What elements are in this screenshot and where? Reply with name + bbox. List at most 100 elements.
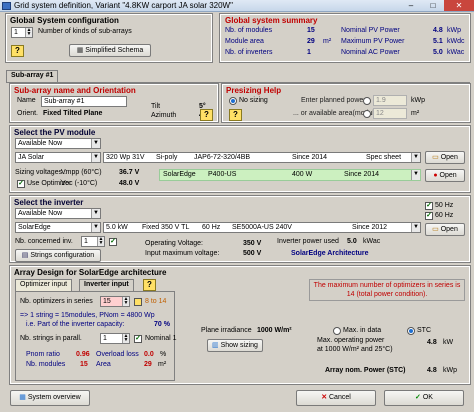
pv-filter-dropdown[interactable]: Available Now ▼ [15, 138, 101, 149]
planned-power-input[interactable]: 1.9 [373, 95, 407, 106]
subarray-orientation-panel: Sub-array name and Orientation Name Sub-… [9, 83, 219, 123]
summary-value2: 5.1 [433, 38, 443, 45]
pv-model-dropdown[interactable]: 320 Wp 31V Si-poly JAP6-72-320/4BB Since… [103, 152, 421, 163]
spinner-arrows-icon[interactable]: ▲ ▼ [25, 28, 32, 37]
max-power-value: 4.8 [427, 339, 437, 346]
tab-optimizer-input[interactable]: Optimizer input [15, 279, 73, 291]
opt-series-spinner[interactable]: 15 ▲ ▼ [100, 296, 130, 307]
summary-label2: Maximum PV Power [341, 38, 405, 45]
minimize-button[interactable]: – [400, 0, 422, 11]
summary-label: Module area [225, 38, 264, 45]
window-title: Grid system definition, Variant "4.8KW c… [14, 1, 233, 10]
inverter-model-dropdown[interactable]: 5.0 kW Fixed 350 V TL 60 Hz SE5000A-US 2… [103, 222, 421, 233]
inverter-filter-dropdown[interactable]: Available Now ▼ [15, 208, 101, 219]
sizing-voltages-label: Sizing voltages : [15, 169, 66, 176]
nominal-checkbox[interactable]: ✓ [134, 335, 142, 343]
no-sizing-radio[interactable] [229, 97, 237, 105]
inv-model: SE5000A-US 240V [232, 224, 292, 231]
available-area-radio[interactable] [363, 110, 371, 118]
summary-row: Nb. of inverters 1 Nominal AC Power 5.0 kWac [225, 49, 467, 60]
spinner-arrows-icon[interactable]: ▲ ▼ [97, 237, 104, 246]
use-optimizer-checkbox[interactable]: ✓ [17, 180, 25, 188]
summary-row: Nb. of modules 15 Nominal PV Power 4.8 kWp [225, 27, 467, 38]
summary-unit2: kWac [447, 49, 465, 56]
global-config-title: Global System configuration [10, 16, 119, 25]
pv-manufacturer-dropdown[interactable]: JA Solar ▼ [15, 152, 101, 163]
chevron-down-icon[interactable]: ▼ [411, 153, 420, 162]
optimizer-dropdown[interactable]: SolarEdge P400-US 400 W Since 2014 ▼ [159, 169, 421, 181]
global-config-panel: Global System configuration 1 ▲ ▼ Number … [5, 13, 213, 63]
summary-value: 1 [307, 49, 311, 56]
simplified-schema-button[interactable]: ▦ Simplified Schema [69, 44, 151, 57]
hz50-label: 50 Hz [435, 202, 454, 209]
ok-button[interactable]: ✓ OK [384, 390, 464, 406]
chevron-down-icon[interactable]: ▼ [91, 153, 100, 162]
no-sizing-label: No sizing [239, 97, 268, 104]
area-label: Area [96, 361, 111, 368]
summary-value2: 5.0 [433, 49, 443, 56]
pv-module-panel: Select the PV module Available Now ▼ JA S… [9, 125, 471, 193]
opt-model: P400-US [208, 171, 237, 178]
close-button[interactable]: ✕ [444, 0, 474, 11]
help-icon[interactable]: ? [11, 45, 24, 57]
solaredge-architecture-label: SolarEdge Architecture [291, 250, 369, 257]
summary-unit: m² [323, 38, 332, 45]
hz50-checkbox[interactable]: ✓ [425, 202, 433, 210]
optimizer-open-button[interactable]: ● Open [425, 169, 465, 182]
enter-power-radio[interactable] [363, 97, 371, 105]
pv-since: Since 2014 [292, 154, 328, 161]
stc-radio[interactable] [407, 327, 415, 335]
hz60-checkbox[interactable]: ✓ [425, 212, 433, 220]
check-icon: ✓ [415, 394, 423, 401]
kinds-spinner[interactable]: 1 ▲ ▼ [11, 27, 33, 38]
input-max-label: Input maximum voltage: [145, 250, 220, 257]
capacity-note: i.e. Part of the inverter capacity: [26, 321, 125, 328]
spinner-arrows-icon[interactable]: ▲ ▼ [122, 334, 129, 343]
pv-open-button[interactable]: ▭ Open [425, 151, 465, 164]
array-power-unit: kWp [443, 367, 457, 374]
chevron-down-icon[interactable]: ▼ [411, 223, 420, 232]
pnom-value: 0.96 [76, 351, 90, 358]
summary-value: 29 [307, 38, 315, 45]
summary-table: Nb. of modules 15 Nominal PV Power 4.8 kWp Mo… [225, 27, 467, 60]
opt-series-checkbox[interactable] [134, 298, 142, 306]
inv-since: Since 2012 [352, 224, 388, 231]
chevron-down-icon[interactable]: ▼ [91, 209, 100, 218]
strings-configuration-button[interactable]: ▤ Strings configuration [15, 249, 101, 262]
tilt-label: Tilt [151, 103, 161, 110]
inv-range: Fixed 350 V TL [142, 224, 190, 231]
spinner-arrows-icon[interactable]: ▲ ▼ [122, 297, 129, 306]
subarray-name-input[interactable]: Sub-array #1 [41, 96, 127, 107]
pnom-label: Pnom ratio [26, 351, 60, 358]
inverter-manufacturer-dropdown[interactable]: SolarEdge ▼ [15, 222, 101, 233]
input-max-value: 500 V [243, 250, 262, 257]
nb-inverters-checkbox[interactable]: ✓ [109, 238, 117, 246]
chevron-down-icon[interactable]: ▼ [411, 170, 420, 180]
orientation-help-icon[interactable]: ? [200, 109, 213, 121]
available-area-input[interactable]: 12 [373, 108, 407, 119]
array-help-icon[interactable]: ? [143, 279, 156, 291]
stc-label: STC [417, 327, 431, 334]
power-unit: kWp [411, 97, 425, 104]
max-in-data-radio[interactable] [333, 327, 341, 335]
app-icon [2, 2, 11, 10]
irradiance-value: 1000 W/m² [257, 327, 292, 334]
chevron-down-icon[interactable]: ▼ [91, 223, 100, 232]
opt-series-range: 8 to 14 [145, 298, 167, 305]
system-overview-button[interactable]: ▦ System overview [10, 390, 90, 406]
orient-label: Orient. [17, 110, 39, 117]
maximize-button[interactable]: □ [422, 0, 444, 11]
strings-parallel-spinner[interactable]: 1 ▲ ▼ [100, 333, 130, 344]
cancel-button[interactable]: ✕ Cancel [296, 390, 376, 406]
presizing-title: Presizing Help [226, 86, 282, 95]
tab-subarray-1[interactable]: Sub-array #1 [6, 70, 59, 82]
show-sizing-button[interactable]: ▥ Show sizing [207, 339, 263, 352]
presizing-help-icon[interactable]: ? [229, 109, 242, 121]
area-value: 29 [144, 361, 152, 368]
nb-inverters-spinner[interactable]: 1 ▲ ▼ [81, 236, 105, 247]
presizing-panel: Presizing Help No sizing Enter planned p… [221, 83, 471, 123]
array-inputs-box: Nb. optimizers in series 15 ▲ ▼ 8 to 14 =>… [15, 291, 177, 381]
chevron-down-icon[interactable]: ▼ [91, 139, 100, 148]
inverter-open-button[interactable]: ▭ Open [425, 223, 465, 236]
tab-inverter-input[interactable]: Inverter input [79, 279, 134, 291]
